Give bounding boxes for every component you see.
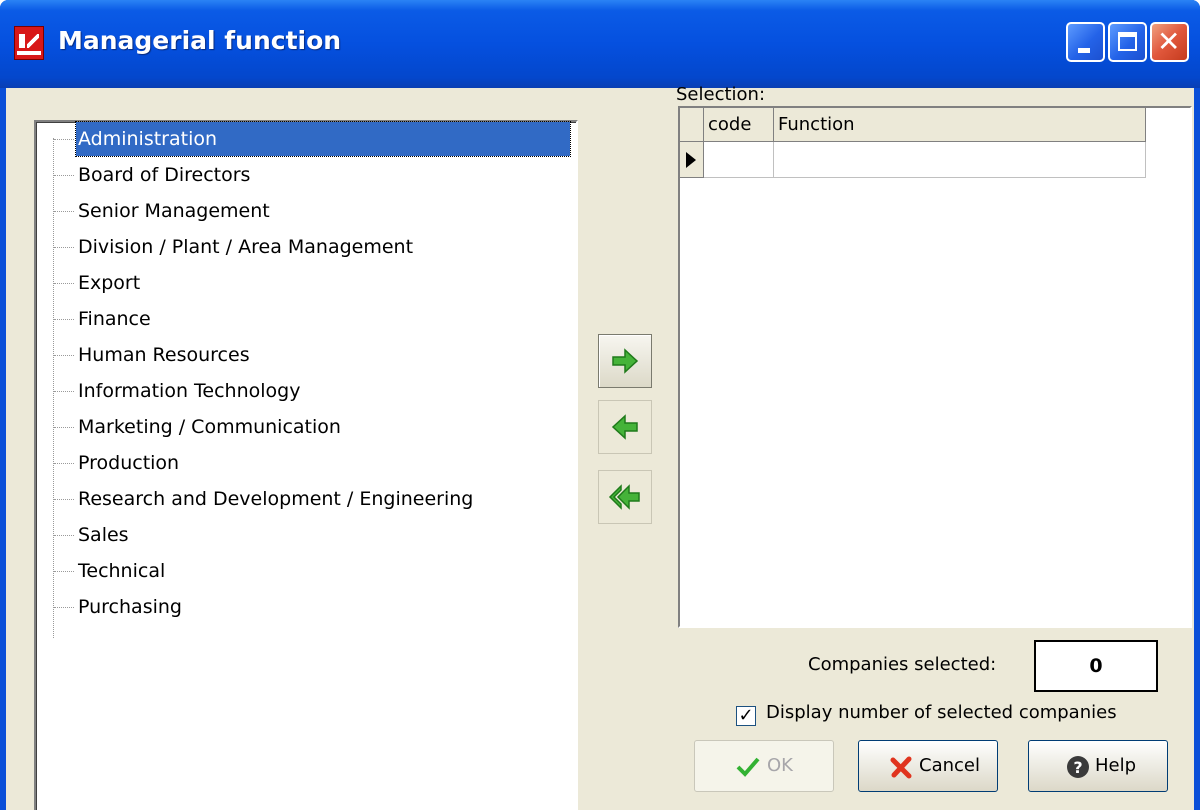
- column-header-function[interactable]: Function: [774, 108, 1146, 142]
- tree-item-label: Information Technology: [78, 380, 301, 402]
- maximize-icon: [1118, 32, 1137, 51]
- minimize-icon: [1078, 48, 1090, 53]
- tree-item-label: Purchasing: [78, 596, 182, 618]
- current-row-indicator: [680, 142, 704, 178]
- tree-item-label: Human Resources: [78, 344, 250, 366]
- function-tree[interactable]: Administration Board of Directors Senior M…: [34, 120, 578, 810]
- arrow-left-icon: [611, 414, 638, 440]
- tree-item-label: Administration: [75, 121, 571, 157]
- companies-selected-label: Companies selected:: [808, 654, 997, 675]
- cancel-button[interactable]: Cancel: [858, 740, 998, 792]
- tree-item-label: Technical: [78, 560, 166, 582]
- help-icon: ?: [1067, 756, 1089, 778]
- window: Managerial function ✕ Administration Boar…: [0, 0, 1200, 810]
- help-button[interactable]: ? Help: [1028, 740, 1168, 792]
- tree-connector: [54, 607, 74, 608]
- tree-item-label: Export: [78, 272, 141, 294]
- add-selection-button[interactable]: [598, 334, 652, 388]
- checkmark-icon: [736, 757, 760, 777]
- tree-connector: [54, 139, 74, 140]
- display-number-label[interactable]: Display number of selected companies: [766, 702, 1117, 723]
- tree-item-label: Marketing / Communication: [78, 416, 341, 438]
- help-label: Help: [1095, 755, 1137, 776]
- remove-selection-button[interactable]: [598, 400, 652, 454]
- double-arrow-left-icon: [608, 484, 640, 510]
- companies-selected-count: 0: [1034, 640, 1158, 692]
- x-icon: [890, 756, 912, 779]
- tree-connector: [54, 571, 74, 572]
- app-logo-icon: [14, 26, 44, 60]
- grid-corner-header: [680, 108, 704, 142]
- tree-connector: [54, 247, 74, 248]
- display-number-checkbox[interactable]: ✓: [736, 706, 756, 726]
- tree-connector: [54, 355, 74, 356]
- selection-grid[interactable]: code Function: [678, 106, 1192, 628]
- tree-connector: [54, 319, 74, 320]
- dialog-body: Administration Board of Directors Senior M…: [6, 84, 1194, 810]
- grid-cell-code[interactable]: [704, 142, 774, 178]
- tree-item-label: Research and Development / Engineering: [78, 488, 474, 510]
- tree-connector: [54, 391, 74, 392]
- checkmark-icon: ✓: [738, 705, 754, 726]
- tree-connector: [54, 427, 74, 428]
- tree-item-label: Sales: [78, 524, 129, 546]
- tree-connector: [54, 211, 74, 212]
- tree-item-label: Division / Plant / Area Management: [78, 236, 414, 258]
- remove-all-button[interactable]: [598, 470, 652, 524]
- row-pointer-icon: [686, 152, 696, 168]
- minimize-button[interactable]: [1066, 22, 1105, 62]
- tree-connector-line: [53, 138, 54, 638]
- tree-connector: [54, 535, 74, 536]
- tree-connector: [54, 283, 74, 284]
- tree-item-label: Board of Directors: [78, 164, 251, 186]
- selection-label: Selection:: [676, 84, 766, 105]
- ok-button[interactable]: OK: [694, 740, 834, 792]
- tree-item-label: Production: [78, 452, 180, 474]
- tree-connector: [54, 175, 74, 176]
- arrow-right-icon: [612, 348, 639, 374]
- tree-connector: [54, 499, 74, 500]
- title-bar[interactable]: Managerial function ✕: [0, 0, 1200, 88]
- tree-item-label: Finance: [78, 308, 151, 330]
- tree-connector: [54, 463, 74, 464]
- close-button[interactable]: ✕: [1150, 22, 1189, 62]
- close-icon: ✕: [1157, 25, 1181, 58]
- svg-text:?: ?: [1073, 758, 1082, 777]
- ok-label: OK: [767, 755, 793, 776]
- maximize-button[interactable]: [1108, 22, 1147, 62]
- cancel-label: Cancel: [919, 755, 980, 776]
- window-title: Managerial function: [58, 26, 342, 55]
- column-header-code[interactable]: code: [704, 108, 774, 142]
- grid-cell-function[interactable]: [774, 142, 1146, 178]
- tree-item-label: Senior Management: [78, 200, 270, 222]
